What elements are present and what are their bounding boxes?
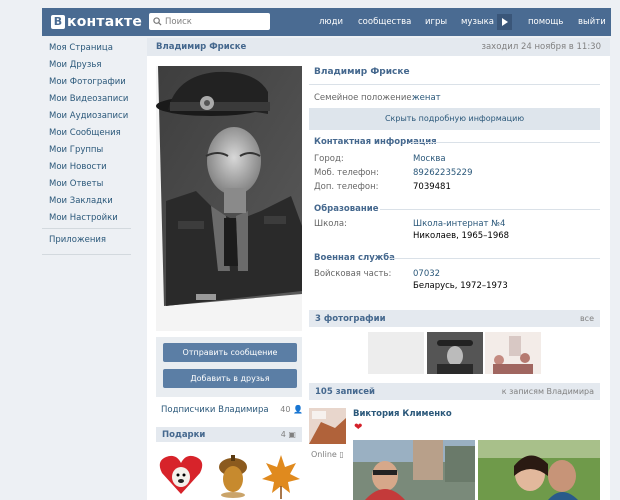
- online-status: Online ▯: [311, 450, 344, 459]
- mobile-label: Моб. телефон:: [314, 168, 379, 178]
- nav-communities[interactable]: сообщества: [358, 17, 411, 27]
- hide-info-button[interactable]: Скрыть подробную информацию: [309, 108, 600, 130]
- nav-people[interactable]: люди: [319, 17, 343, 27]
- photos-all-link[interactable]: все: [580, 314, 594, 323]
- heart-dog-gift-icon[interactable]: [159, 455, 203, 494]
- vk-logo[interactable]: В контакте: [51, 13, 142, 31]
- sidebar-item-my-page[interactable]: Моя Страница: [49, 43, 113, 53]
- nav-help[interactable]: помощь: [528, 17, 563, 27]
- sidebar-item-news[interactable]: Мои Новости: [49, 162, 107, 172]
- sidebar-item-messages[interactable]: Мои Сообщения: [49, 128, 121, 138]
- street-photo-image: [353, 440, 475, 500]
- education-section-title: Образование: [314, 204, 379, 214]
- nav-logout[interactable]: выйти: [578, 17, 606, 27]
- search-placeholder: Поиск: [165, 16, 192, 27]
- marital-label: Семейное положение:: [314, 93, 415, 103]
- photos-header[interactable]: 3 фотографии все: [309, 310, 600, 327]
- sidebar-item-photos[interactable]: Мои Фотографии: [49, 77, 126, 87]
- header: В контакте Поиск люди сообщества игры му…: [42, 8, 611, 36]
- gifts-row: [159, 455, 300, 499]
- sidebar-divider: [42, 254, 131, 255]
- school-label: Школа:: [314, 219, 347, 229]
- profile-photo[interactable]: [156, 66, 302, 331]
- sidebar-item-bookmarks[interactable]: Мои Закладки: [49, 196, 113, 206]
- divider: [380, 209, 600, 210]
- nav-games[interactable]: игры: [425, 17, 447, 27]
- avatar-image: [309, 408, 346, 444]
- unit-label: Войсковая часть:: [314, 269, 392, 279]
- send-message-button[interactable]: Отправить сообщение: [163, 343, 297, 362]
- photo-thumbnail[interactable]: [427, 332, 483, 374]
- group-thumb-image: [485, 332, 541, 374]
- wall-link[interactable]: к записям Владимира: [502, 387, 594, 396]
- photo-thumbnail[interactable]: [485, 332, 541, 374]
- profile-header-name[interactable]: Владимир Фриске: [156, 42, 246, 52]
- photos-title: 3 фотографии: [315, 314, 386, 324]
- sidebar-item-answers[interactable]: Мои Ответы: [49, 179, 103, 189]
- profile-name: Владимир Фриске: [314, 67, 410, 77]
- city-label: Город:: [314, 154, 344, 164]
- action-panel: Отправить сообщение Добавить в друзья: [156, 337, 302, 397]
- divider: [411, 142, 600, 143]
- search-input[interactable]: Поиск: [149, 13, 270, 30]
- soldier-thumb-image: [427, 332, 483, 374]
- school-value[interactable]: Школа-интернат №4: [413, 219, 505, 229]
- logo-text: контакте: [67, 14, 143, 30]
- photo-thumbnail[interactable]: [368, 332, 424, 374]
- gifts-title: Подарки: [162, 430, 206, 440]
- divider: [309, 84, 600, 85]
- school-detail: Николаев, 1965–1968: [413, 231, 510, 241]
- gifts-count: 4 ▣: [280, 430, 296, 439]
- subscribers-count: 40 👤: [280, 405, 303, 414]
- last-seen: заходил 24 ноября в 11:30: [481, 42, 601, 52]
- marital-value[interactable]: женат: [412, 93, 441, 103]
- subscribers-link[interactable]: Подписчики Владимира 40 👤: [161, 405, 303, 415]
- wall-title: 105 записей: [315, 387, 375, 397]
- extra-phone-label: Доп. телефон:: [314, 182, 379, 192]
- play-icon[interactable]: [497, 14, 512, 30]
- soldier-portrait-image: [156, 66, 302, 331]
- post-image[interactable]: [353, 440, 475, 500]
- profile-header-bar: Владимир Фриске заходил 24 ноября в 11:3…: [147, 38, 610, 56]
- person-icon: 👤: [293, 405, 303, 414]
- sidebar-item-videos[interactable]: Мои Видеозаписи: [49, 94, 128, 104]
- mobile-value[interactable]: 89262235229: [413, 168, 473, 178]
- unit-value[interactable]: 07032: [413, 269, 440, 279]
- sidebar-item-settings[interactable]: Мои Настройки: [49, 213, 118, 223]
- post-image[interactable]: [478, 440, 600, 500]
- military-section-title: Военная служба: [314, 253, 395, 263]
- post-author-name[interactable]: Виктория Клименко: [353, 409, 452, 419]
- subscribers-label: Подписчики Владимира: [161, 405, 269, 415]
- city-value[interactable]: Москва: [413, 154, 446, 164]
- extra-phone-value: 7039481: [413, 182, 451, 192]
- nav-music[interactable]: музыка: [461, 17, 494, 27]
- sidebar-item-audio[interactable]: Мои Аудиозаписи: [49, 111, 128, 121]
- add-friend-button[interactable]: Добавить в друзья: [163, 369, 297, 388]
- sidebar-item-friends[interactable]: Мои Друзья: [49, 60, 101, 70]
- sidebar-item-groups[interactable]: Мои Группы: [49, 145, 103, 155]
- unit-detail: Беларусь, 1972–1973: [413, 281, 508, 291]
- maple-leaf-gift-icon[interactable]: [262, 455, 300, 499]
- logo-letter: В: [51, 15, 65, 29]
- post-author-avatar[interactable]: [309, 408, 346, 444]
- couple-photo-image: [478, 440, 600, 500]
- sidebar-item-apps[interactable]: Приложения: [49, 235, 106, 245]
- sidebar-divider: [42, 228, 131, 229]
- gifts-header[interactable]: Подарки 4 ▣: [156, 427, 302, 442]
- divider: [388, 258, 600, 259]
- profile-main: Владимир Фриске заходил 24 ноября в 11:3…: [147, 38, 610, 500]
- acorn-gift-icon[interactable]: [219, 455, 247, 498]
- heart-icon: ❤: [354, 422, 363, 433]
- wall-header[interactable]: 105 записей к записям Владимира: [309, 383, 600, 400]
- search-icon: [153, 17, 162, 26]
